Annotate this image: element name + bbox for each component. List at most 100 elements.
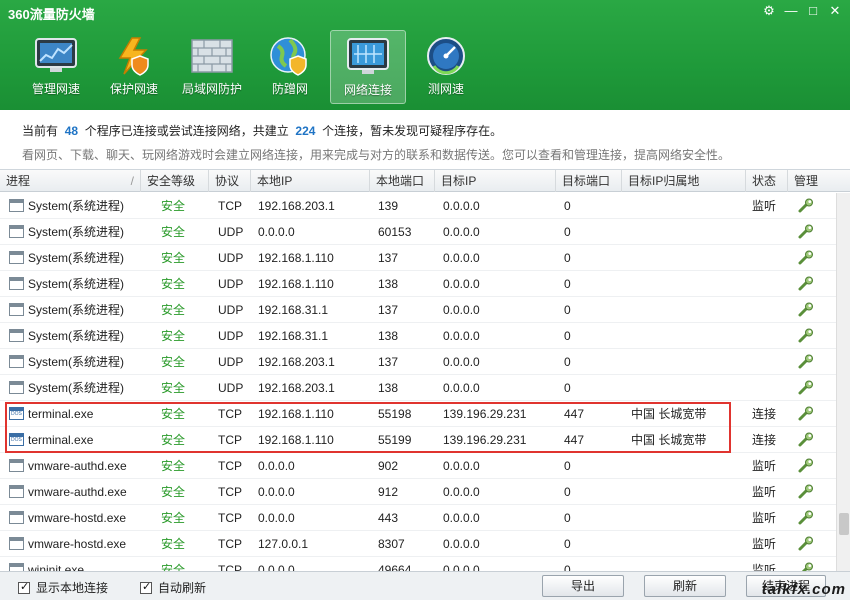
col-header-local-ip[interactable]: 本地IP — [251, 170, 370, 192]
checkbox-box[interactable] — [140, 580, 152, 594]
cell-protocol: TCP — [218, 563, 242, 571]
wrench-icon[interactable] — [797, 276, 815, 292]
table-row[interactable]: System(系统进程) 安全 UDP 192.168.31.1 138 0.0.0.0 0 — [0, 323, 836, 349]
col-header-remote-ip[interactable]: 目标IP — [435, 170, 556, 192]
checkbox-box[interactable] — [18, 580, 30, 594]
col-header-label: 进程 — [6, 174, 31, 188]
cell-remote-port: 0 — [564, 381, 571, 395]
wrench-icon[interactable] — [797, 458, 815, 474]
cell-security-level: 安全 — [161, 459, 186, 473]
tool-network-connections[interactable]: 网络连接 — [330, 30, 406, 104]
col-header-status[interactable]: 状态 — [746, 170, 788, 192]
cell-security-level: 安全 — [161, 485, 186, 499]
col-header-security-level[interactable]: 安全等级 — [141, 170, 209, 192]
cell-remote-port: 0 — [564, 563, 571, 571]
cell-security-level: 安全 — [161, 381, 186, 395]
table-row[interactable]: System(系统进程) 安全 UDP 192.168.1.110 137 0.0.0.0… — [0, 245, 836, 271]
close-button[interactable]: ✕ — [826, 2, 844, 20]
col-header-remote-location[interactable]: 目标IP归属地 — [622, 170, 746, 192]
refresh-button[interactable]: 刷新 — [644, 575, 726, 597]
table-row[interactable]: System(系统进程) 安全 UDP 192.168.203.1 138 0.0.0.0… — [0, 375, 836, 401]
window-controls: ⚙ — □ ✕ — [760, 2, 844, 20]
col-header-local-port[interactable]: 本地端口 — [370, 170, 435, 192]
cell-status: 监听 — [752, 485, 777, 499]
wrench-icon[interactable] — [797, 562, 815, 571]
wrench-icon[interactable] — [797, 536, 815, 552]
cell-status: 监听 — [752, 511, 777, 525]
show-local-connections-checkbox[interactable]: 显示本地连接 — [18, 579, 108, 596]
cell-status — [746, 375, 788, 401]
cell-local-port: 137 — [378, 303, 399, 317]
tool-lan-protect[interactable]: 局域网防护 — [174, 30, 250, 104]
table-row[interactable]: wininit.exe 安全 TCP 0.0.0.0 49664 0.0.0.0 0 监听 — [0, 557, 836, 571]
cell-remote-ip: 0.0.0.0 — [443, 277, 480, 291]
table-row[interactable]: vmware-authd.exe 安全 TCP 0.0.0.0 912 0.0.0.0 0 监… — [0, 479, 836, 505]
cell-process: System(系统进程) — [28, 329, 125, 343]
wrench-icon[interactable] — [797, 406, 815, 422]
tool-speed-test[interactable]: 测网速 — [408, 30, 484, 104]
tool-label: 网络连接 — [343, 83, 392, 97]
cell-local-port: 902 — [378, 459, 399, 473]
cell-local-ip: 192.168.1.110 — [258, 433, 334, 447]
wrench-icon[interactable] — [797, 484, 815, 500]
table-row[interactable]: System(系统进程) 安全 TCP 192.168.203.1 139 0.0.0.0… — [0, 193, 836, 219]
footer-bar: 显示本地连接 自动刷新 导出 刷新 结束进程 talkfx.com — [0, 571, 850, 600]
checkbox-label: 显示本地连接 — [36, 581, 109, 595]
cell-security-level: 安全 — [161, 407, 186, 421]
table-row[interactable]: System(系统进程) 安全 UDP 192.168.203.1 137 0.0.0.0… — [0, 349, 836, 375]
tool-label: 保护网速 — [109, 82, 158, 96]
table-row[interactable]: vmware-authd.exe 安全 TCP 0.0.0.0 902 0.0.0.0 0 监… — [0, 453, 836, 479]
wrench-icon[interactable] — [797, 432, 815, 448]
cell-remote-location — [625, 193, 746, 219]
wrench-icon[interactable] — [797, 328, 815, 344]
cell-remote-location — [625, 453, 746, 479]
table-row[interactable]: terminal.exe 安全 TCP 192.168.1.110 55198 139.1… — [0, 401, 836, 427]
wrench-icon[interactable] — [797, 198, 815, 214]
cell-protocol: UDP — [218, 355, 244, 369]
table-row[interactable]: vmware-hostd.exe 安全 TCP 0.0.0.0 443 0.0.0.0 0 监… — [0, 505, 836, 531]
maximize-button[interactable]: □ — [804, 2, 822, 20]
wrench-icon[interactable] — [797, 380, 815, 396]
cell-protocol: TCP — [218, 537, 242, 551]
wrench-icon[interactable] — [797, 354, 815, 370]
cell-process: terminal.exe — [28, 433, 94, 447]
wrench-icon[interactable] — [797, 250, 815, 266]
cell-remote-location — [625, 479, 746, 505]
table-row[interactable]: terminal.exe 安全 TCP 192.168.1.110 55199 139.1… — [0, 427, 836, 453]
table-row[interactable]: System(系统进程) 安全 UDP 192.168.1.110 138 0.0.0.0… — [0, 271, 836, 297]
col-header-manage[interactable]: 管理 — [788, 170, 850, 192]
minimize-button[interactable]: — — [782, 2, 800, 20]
cell-remote-ip: 0.0.0.0 — [443, 303, 480, 317]
network-monitor-icon — [345, 37, 391, 77]
export-button[interactable]: 导出 — [542, 575, 624, 597]
cell-remote-location: 中国 长城宽带 — [631, 433, 707, 447]
cell-local-ip: 192.168.31.1 — [258, 329, 329, 343]
col-header-remote-port[interactable]: 目标端口 — [556, 170, 622, 192]
cell-protocol: UDP — [218, 251, 244, 265]
tool-manage-speed[interactable]: 管理网速 — [18, 30, 94, 104]
col-header-process[interactable]: 进程 / — [0, 170, 141, 192]
table-row[interactable]: System(系统进程) 安全 UDP 0.0.0.0 60153 0.0.0.0 0 — [0, 219, 836, 245]
cell-local-ip: 192.168.1.110 — [258, 277, 334, 291]
settings-icon[interactable]: ⚙ — [760, 2, 778, 20]
table-row[interactable]: vmware-hostd.exe 安全 TCP 127.0.0.1 8307 0.0.0.… — [0, 531, 836, 557]
main-toolbar: 管理网速 保护网速 局域网防护 防蹭网 网络连接 测网速 — [18, 30, 484, 104]
cell-remote-port: 0 — [564, 199, 571, 213]
scrollbar-thumb[interactable] — [839, 513, 849, 535]
tool-anti-leech[interactable]: 防蹭网 — [252, 30, 328, 104]
tool-protect-speed[interactable]: 保护网速 — [96, 30, 172, 104]
cell-remote-port: 0 — [564, 277, 571, 291]
wrench-icon[interactable] — [797, 302, 815, 318]
auto-refresh-checkbox[interactable]: 自动刷新 — [140, 579, 206, 596]
cell-security-level: 安全 — [161, 225, 186, 239]
cell-process: System(系统进程) — [28, 225, 125, 239]
cell-local-port: 49664 — [378, 563, 412, 571]
wrench-icon[interactable] — [797, 224, 815, 240]
table-row[interactable]: System(系统进程) 安全 UDP 192.168.31.1 137 0.0.0.0 0 — [0, 297, 836, 323]
cell-status: 监听 — [752, 459, 777, 473]
vertical-scrollbar[interactable] — [836, 193, 850, 571]
cell-remote-location: 中国 长城宽带 — [631, 407, 707, 421]
wrench-icon[interactable] — [797, 510, 815, 526]
cell-protocol: TCP — [218, 433, 242, 447]
col-header-protocol[interactable]: 协议 — [209, 170, 251, 192]
